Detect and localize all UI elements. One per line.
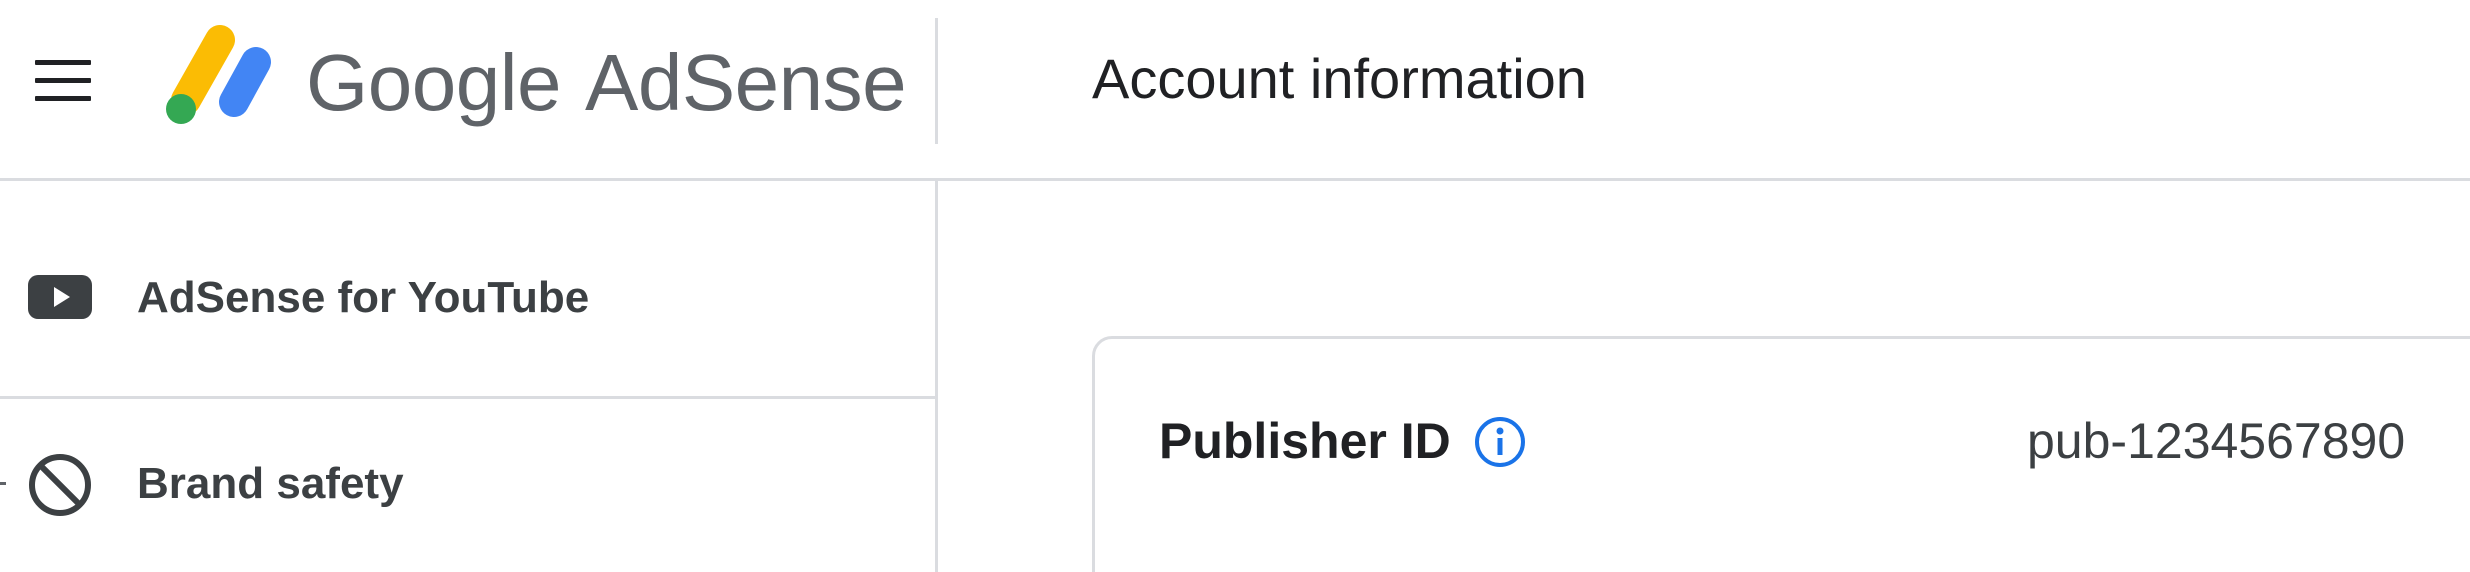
menu-icon-bar bbox=[35, 60, 91, 65]
adsense-logo-icon[interactable] bbox=[160, 22, 280, 126]
sidebar-item-adsense-for-youtube[interactable]: AdSense for YouTube bbox=[0, 181, 935, 399]
menu-icon-bar bbox=[35, 78, 91, 83]
youtube-icon bbox=[28, 275, 92, 319]
adsense-app: Google AdSense Account information AdSen… bbox=[0, 0, 2470, 572]
sidebar-item-brand-safety[interactable]: Brand safety bbox=[0, 399, 935, 572]
brand-google-text: Google bbox=[306, 38, 561, 127]
main-menu-button[interactable] bbox=[22, 56, 94, 110]
sidebar-nav: AdSense for YouTube Brand safety bbox=[0, 181, 938, 572]
menu-icon-bar bbox=[35, 96, 91, 101]
header-divider bbox=[935, 18, 938, 144]
publisher-id-label: Publisher ID bbox=[1159, 413, 1451, 469]
publisher-id-value: pub-1234567890 bbox=[2027, 413, 2406, 469]
adsense-wordmark[interactable]: Google AdSense bbox=[306, 28, 907, 138]
sidebar-item-label: AdSense for YouTube bbox=[137, 273, 590, 322]
sidebar-item-label: Brand safety bbox=[137, 459, 404, 508]
info-icon[interactable] bbox=[1473, 415, 1527, 469]
page-title: Account information bbox=[1092, 47, 1587, 110]
top-app-bar: Google AdSense Account information bbox=[0, 0, 2470, 181]
expand-marker bbox=[0, 482, 6, 485]
block-icon bbox=[29, 454, 91, 516]
account-info-card: Publisher ID pub-1234567890 bbox=[1092, 336, 2470, 572]
brand-product-text: AdSense bbox=[584, 38, 907, 127]
